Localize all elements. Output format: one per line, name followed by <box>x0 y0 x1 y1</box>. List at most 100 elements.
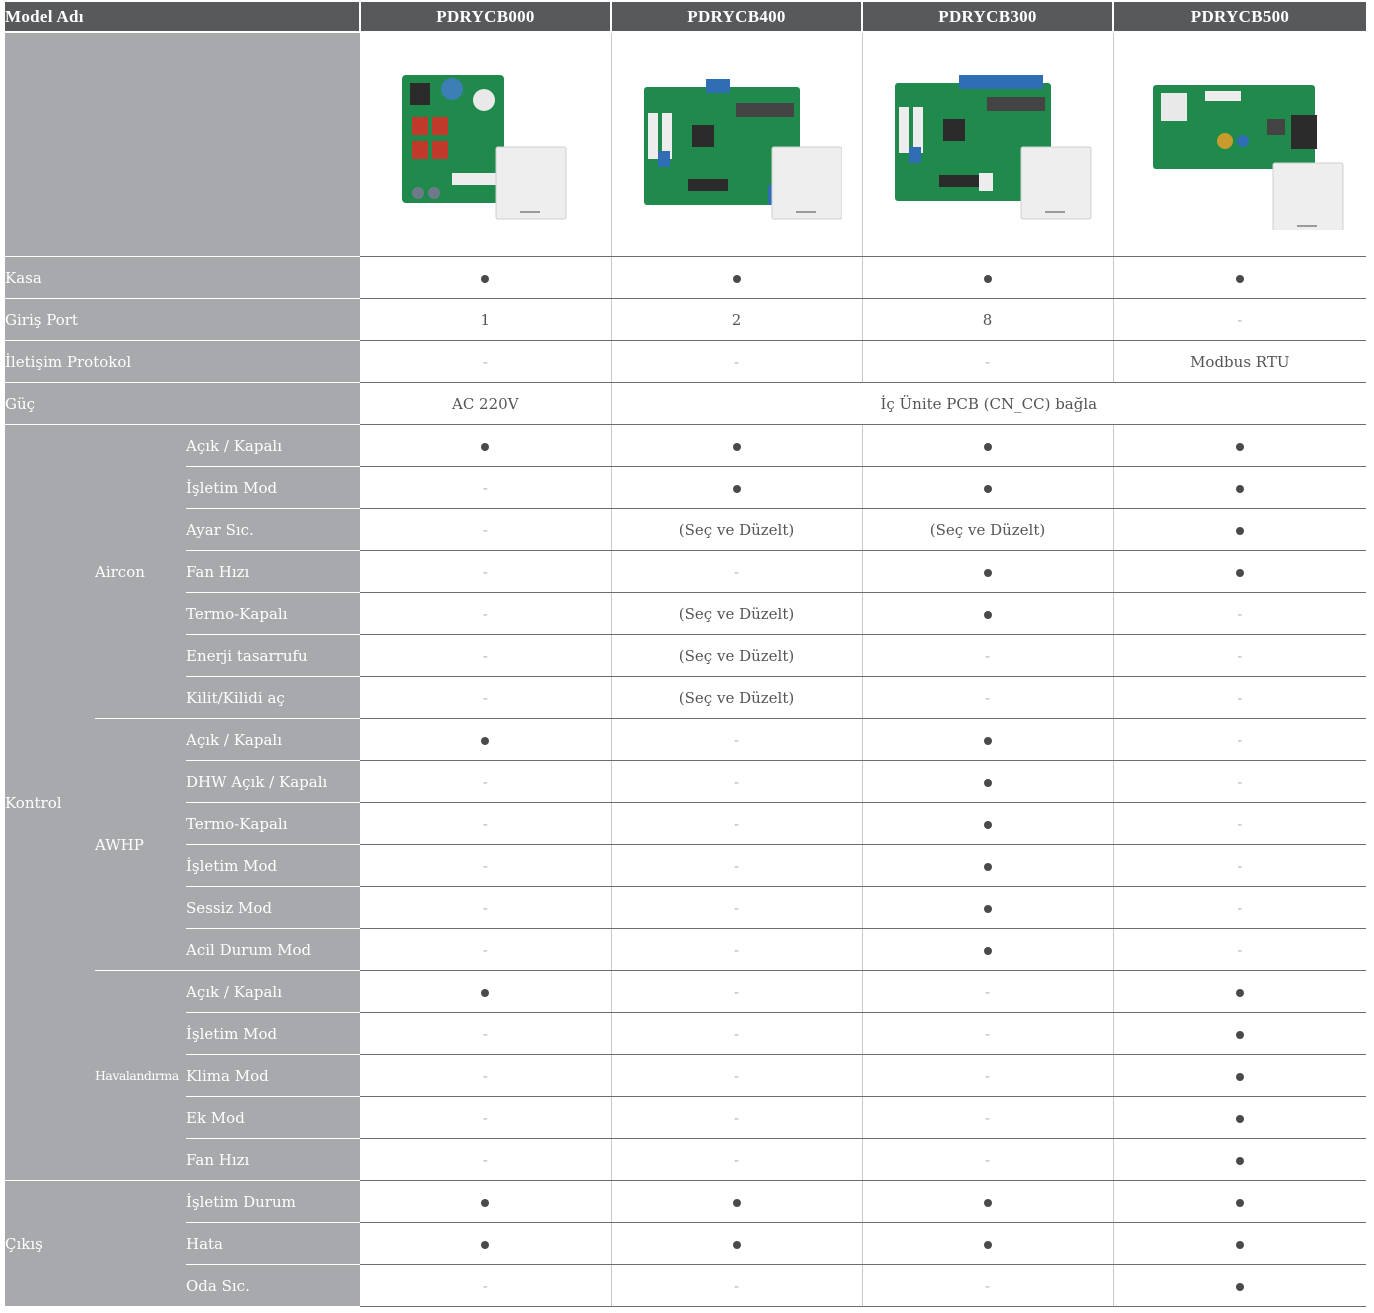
row-label: Kasa <box>5 256 361 299</box>
product-image-cell <box>611 32 863 257</box>
value-cell: - <box>360 340 612 383</box>
pcb-board-image <box>1152 85 1344 230</box>
value-cell <box>1113 970 1367 1013</box>
bullet-dot-icon <box>732 1198 741 1207</box>
value-cell: - <box>611 718 863 761</box>
value-cell: - <box>862 1012 1114 1055</box>
subgroup-label-havalandirma: Havalandırma <box>95 970 186 1181</box>
row-label: Fan Hızı <box>186 1138 361 1181</box>
bullet-dot-icon <box>732 274 741 283</box>
value-cell: - <box>862 634 1114 677</box>
value-cell: - <box>611 886 863 929</box>
row-label: İşletim Mod <box>186 844 361 887</box>
table-row: Klima Mod - - - <box>5 1054 1367 1097</box>
group-label-kontrol: Kontrol <box>5 424 95 1181</box>
value-cell: - <box>862 1054 1114 1097</box>
row-label: İşletim Durum <box>186 1180 361 1223</box>
value-cell <box>1113 1012 1367 1055</box>
product-image-cell <box>862 32 1114 257</box>
table-row: Kontrol Aircon Açık / Kapalı <box>5 424 1367 1181</box>
table-row: Hata <box>5 1222 1367 1265</box>
value-cell <box>360 424 612 467</box>
table-row: Acil Durum Mod - - - <box>5 928 1367 971</box>
row-label: Termo-Kapalı <box>186 592 361 635</box>
table-row: Ayar Sıc. - (Seç ve Düzelt) (Seç ve Düzelt) <box>5 508 1367 551</box>
bullet-dot-icon <box>983 442 992 451</box>
bullet-dot-icon <box>1235 1240 1244 1249</box>
value-cell <box>862 550 1114 593</box>
product-image-cell <box>360 32 612 257</box>
value-cell: - <box>611 760 863 803</box>
value-cell: - <box>611 1096 863 1139</box>
value-cell: - <box>862 1264 1114 1307</box>
row-label: Sessiz Mod <box>186 886 361 929</box>
table-row: Termo-Kapalı - - - <box>5 802 1367 845</box>
value-cell: - <box>360 928 612 971</box>
product-image-row <box>5 32 1367 257</box>
value-cell <box>360 1222 612 1265</box>
bullet-dot-icon <box>1235 1282 1244 1291</box>
value-cell: Modbus RTU <box>1113 340 1367 383</box>
value-cell: - <box>611 1138 863 1181</box>
bullet-dot-icon <box>1235 1156 1244 1165</box>
table-row: İşletim Mod - - - <box>5 844 1367 887</box>
bullet-dot-icon <box>1235 1198 1244 1207</box>
table-row: Çıkış İşletim Durum <box>5 1180 1367 1307</box>
value-cell <box>1113 1180 1367 1223</box>
value-cell <box>862 844 1114 887</box>
image-row-label <box>5 32 361 257</box>
value-cell <box>611 424 863 467</box>
header-model-1: PDRYCB000 <box>360 2 613 33</box>
value-cell <box>1113 256 1367 299</box>
table-row: Havalandırma Açık / Kapalı - - <box>5 970 1367 1181</box>
value-cell <box>862 1222 1114 1265</box>
value-cell <box>862 928 1114 971</box>
row-label: Klima Mod <box>186 1054 361 1097</box>
bullet-dot-icon <box>983 274 992 283</box>
value-cell <box>611 466 863 509</box>
table-row: Fan Hızı - - <box>5 550 1367 593</box>
value-cell: AC 220V <box>360 382 612 425</box>
value-cell: - <box>862 970 1114 1013</box>
row-label: İşletim Mod <box>186 466 361 509</box>
value-cell <box>1113 508 1367 551</box>
bullet-dot-icon <box>1235 274 1244 283</box>
bullet-dot-icon <box>481 1240 490 1249</box>
value-cell: - <box>1113 676 1367 719</box>
value-cell: - <box>611 550 863 593</box>
bullet-dot-icon <box>1235 988 1244 997</box>
value-cell: - <box>611 928 863 971</box>
value-cell <box>1113 424 1367 467</box>
value-cell: - <box>360 1264 612 1307</box>
value-cell <box>360 256 612 299</box>
table-row: Giriş Port 1 2 8- <box>5 298 1367 341</box>
pcb-board-image <box>643 79 842 220</box>
header-model-3: PDRYCB300 <box>862 2 1115 33</box>
table-row: İşletim Mod - <box>5 466 1367 509</box>
value-cell: - <box>611 844 863 887</box>
bullet-dot-icon <box>983 904 992 913</box>
header-row: Model Adı PDRYCB000 PDRYCB400 PDRYCB300 … <box>5 2 1367 33</box>
value-cell: - <box>360 760 612 803</box>
value-cell: - <box>360 466 612 509</box>
value-cell: - <box>360 550 612 593</box>
value-cell: (Seç ve Düzelt) <box>611 634 863 677</box>
bullet-dot-icon <box>983 946 992 955</box>
bullet-dot-icon <box>481 736 490 745</box>
value-cell: - <box>360 1012 612 1055</box>
value-cell: 2 <box>611 298 863 341</box>
bullet-dot-icon <box>983 610 992 619</box>
value-cell <box>862 592 1114 635</box>
bullet-dot-icon <box>1235 1030 1244 1039</box>
value-cell: - <box>862 340 1114 383</box>
value-cell: - <box>1113 592 1367 635</box>
row-label: Termo-Kapalı <box>186 802 361 845</box>
row-label: Ayar Sıc. <box>186 508 361 551</box>
value-cell: - <box>1113 298 1367 341</box>
table-row: Sessiz Mod - - - <box>5 886 1367 929</box>
bullet-dot-icon <box>1235 568 1244 577</box>
value-cell <box>1113 550 1367 593</box>
bullet-dot-icon <box>1235 484 1244 493</box>
value-cell <box>611 1180 863 1223</box>
value-cell: - <box>360 676 612 719</box>
